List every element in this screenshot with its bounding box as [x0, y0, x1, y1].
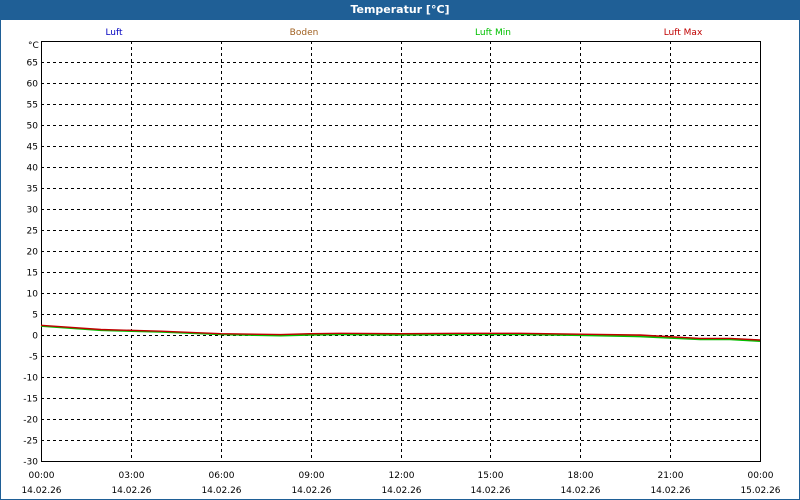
y-tick-label: -20	[23, 416, 38, 426]
x-tick-date-label: 14.02.26	[111, 486, 151, 496]
x-tick-time-label: 21:00	[658, 471, 684, 481]
y-tick-label: 40	[27, 164, 39, 174]
x-tick-date-label: 14.02.26	[560, 486, 600, 496]
legend: Luft Boden Luft Min Luft Max	[105, 28, 703, 38]
legend-entry: Luft	[105, 28, 123, 38]
legend-entry: Luft Max	[664, 28, 703, 38]
x-tick-time-label: 18:00	[568, 471, 594, 481]
temperature-chart: Luft Boden Luft Min Luft Max 65605550454035…	[21, 28, 780, 496]
y-tick-label: 50	[27, 122, 39, 132]
y-tick-label: 30	[27, 206, 39, 216]
x-tick-date-label: 14.02.26	[381, 486, 421, 496]
y-tick-label: -25	[23, 437, 38, 447]
x-tick-time-label: 06:00	[209, 471, 235, 481]
x-tick-time-label: 00:00	[29, 471, 55, 481]
y-tick-label: -30	[23, 458, 38, 468]
x-tick-time-label: 12:00	[389, 471, 415, 481]
x-tick-time-label: 15:00	[478, 471, 504, 481]
y-tick-label: -10	[23, 374, 38, 384]
y-tick-label: 55	[27, 101, 38, 111]
y-axis: 65605550454035302520151050-5-10-15-20-25…	[23, 59, 38, 468]
x-tick-date-label: 14.02.26	[201, 486, 241, 496]
x-tick-date-label: 14.02.26	[291, 486, 331, 496]
x-tick-date-label: 14.02.26	[21, 486, 61, 496]
x-tick-time-label: 03:00	[119, 471, 145, 481]
y-tick-label: 25	[27, 227, 38, 237]
y-tick-label: 0	[32, 332, 38, 342]
y-tick-label: 65	[27, 59, 38, 69]
x-tick-date-label: 14.02.26	[470, 486, 510, 496]
chart-window: Temperatur [°C] Luft Boden Luft Min Luft Ma…	[0, 0, 800, 500]
grid-layer	[41, 41, 760, 461]
legend-entry: Boden	[290, 28, 319, 38]
y-tick-label: 35	[27, 185, 38, 195]
series-layer	[40, 324, 761, 342]
y-tick-label: 5	[32, 311, 38, 321]
y-tick-label: 45	[27, 143, 38, 153]
x-tick-time-label: 00:00	[748, 471, 774, 481]
y-tick-label: -15	[23, 395, 38, 405]
y-tick-label: -5	[29, 353, 38, 363]
x-tick-date-label: 14.02.26	[650, 486, 690, 496]
y-axis-unit-label: °C	[28, 41, 39, 51]
x-tick-date-label: 15.02.26	[740, 486, 780, 496]
y-tick-label: 20	[27, 248, 39, 258]
legend-entry: Luft Min	[475, 28, 511, 38]
y-tick-label: 15	[27, 269, 38, 279]
x-axis: 00:00 14.02.26 03:00 14.02.26 06:00 14.02.26 0…	[21, 471, 780, 496]
x-tick-time-label: 09:00	[299, 471, 325, 481]
y-tick-label: 10	[27, 290, 39, 300]
y-tick-label: 60	[27, 80, 39, 90]
